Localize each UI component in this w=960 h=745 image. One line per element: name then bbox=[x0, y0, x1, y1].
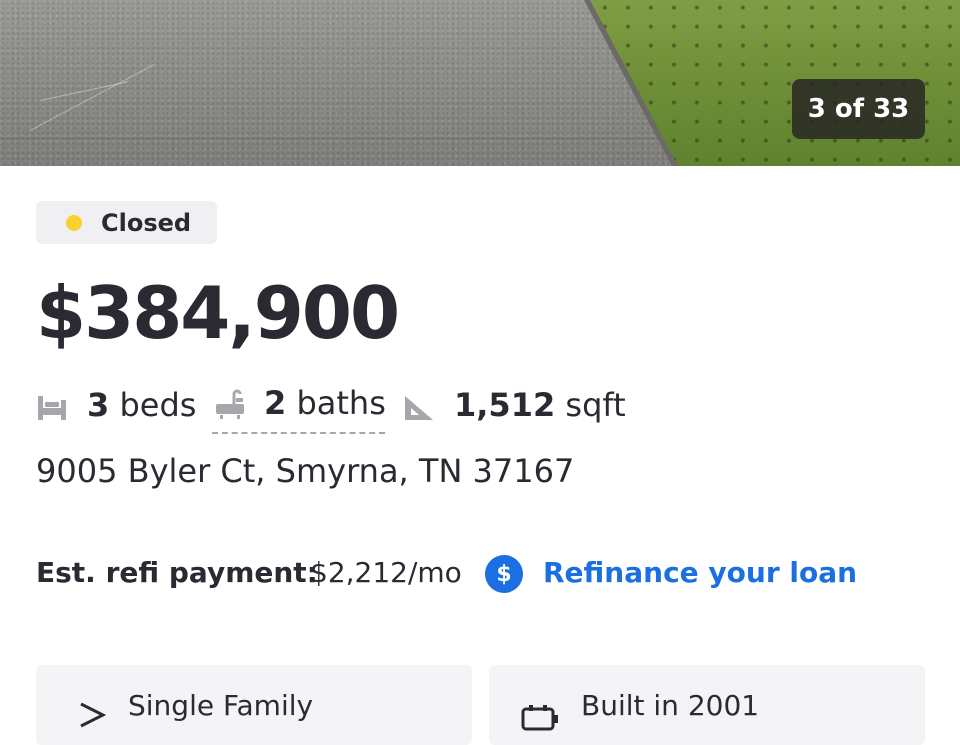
listing-photo[interactable]: 3 of 33 bbox=[0, 0, 960, 166]
ruler-triangle-icon bbox=[403, 394, 435, 426]
photo-counter: 3 of 33 bbox=[792, 79, 925, 139]
beds-unit: beds bbox=[119, 386, 197, 424]
refinance-link[interactable]: Refinance your loan bbox=[543, 556, 857, 589]
bed-icon bbox=[36, 394, 68, 426]
sqft-value: 1,512 bbox=[454, 386, 556, 424]
baths-underline bbox=[212, 432, 385, 434]
status-label: Closed bbox=[101, 208, 192, 237]
refi-amount: $2,212/mo bbox=[310, 556, 462, 589]
fact-card-year-built: Built in 2001 bbox=[489, 665, 925, 745]
fact-card-text: Built in 2001 bbox=[581, 689, 760, 722]
refi-label: Est. refi payment: bbox=[36, 556, 318, 589]
sqft-fact: 1,512 sqft bbox=[454, 386, 626, 424]
sqft-unit: sqft bbox=[565, 386, 626, 424]
baths-value: 2 bbox=[264, 384, 287, 422]
beds-value: 3 bbox=[87, 386, 110, 424]
home-type-icon bbox=[78, 701, 107, 733]
status-dot-icon bbox=[66, 214, 82, 231]
photo-crack bbox=[0, 138, 670, 139]
fact-card-home-type: Single Family bbox=[36, 665, 472, 745]
beds-fact: 3 beds bbox=[87, 386, 196, 424]
fact-card-text: Single Family bbox=[128, 689, 314, 722]
baths-fact[interactable]: 2 baths bbox=[264, 384, 386, 422]
listing-address: 9005 Byler Ct, Smyrna, TN 37167 bbox=[36, 452, 575, 490]
calendar-built-icon bbox=[519, 703, 559, 737]
listing-price: $384,900 bbox=[36, 271, 400, 355]
status-badge: Closed bbox=[36, 201, 217, 244]
bathtub-icon bbox=[214, 388, 246, 426]
baths-unit: baths bbox=[296, 384, 386, 422]
dollar-icon: $ bbox=[485, 555, 523, 593]
